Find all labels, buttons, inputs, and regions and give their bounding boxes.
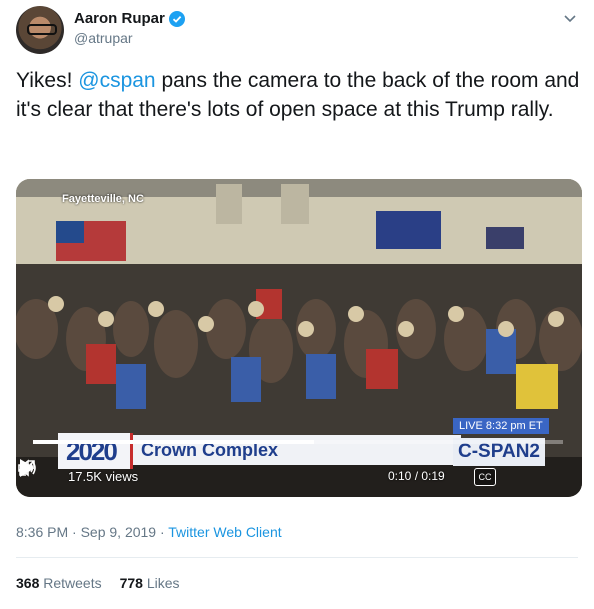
divider: [16, 557, 578, 558]
author-block[interactable]: Aaron Rupar @atrupar: [74, 10, 185, 46]
avatar[interactable]: [16, 6, 64, 54]
likes-count: 778: [119, 575, 143, 591]
location-label: Fayetteville, NC: [62, 193, 144, 205]
tweet-stats: 368 Retweets 778 Likes: [16, 575, 180, 591]
progress-bar[interactable]: [33, 440, 563, 444]
author-name[interactable]: Aaron Rupar: [74, 10, 165, 27]
tweet-text-prefix: Yikes!: [16, 69, 79, 92]
chevron-down-icon[interactable]: [562, 10, 578, 26]
mention-link[interactable]: @cspan: [78, 69, 155, 92]
view-count: 17.5K views: [68, 469, 139, 484]
live-badge: LIVE 8:32 pm ET: [453, 418, 549, 434]
tweet-meta: 8:36 PM · Sep 9, 2019 · Twitter Web Clie…: [16, 524, 282, 540]
fullscreen-icon[interactable]: [16, 457, 38, 479]
tweet-timestamp[interactable]: 8:36 PM · Sep 9, 2019 ·: [16, 524, 168, 540]
author-handle[interactable]: @atrupar: [74, 30, 185, 46]
video-time: 0:10 / 0:19: [388, 469, 445, 483]
tweet-text: Yikes! @cspan pans the camera to the bac…: [16, 66, 581, 124]
likes-stat[interactable]: 778 Likes: [120, 575, 180, 591]
likes-label: Likes: [146, 575, 180, 591]
retweets-count: 368: [16, 575, 40, 591]
progress-fill: [33, 440, 314, 444]
retweets-stat[interactable]: 368 Retweets: [16, 575, 102, 591]
client-link[interactable]: Twitter Web Client: [168, 524, 281, 540]
captions-button[interactable]: CC: [474, 468, 496, 486]
verified-badge-icon: [168, 10, 185, 27]
tweet-header: Aaron Rupar @atrupar: [16, 6, 578, 56]
author-name-row[interactable]: Aaron Rupar: [74, 10, 185, 27]
video-player[interactable]: Fayetteville, NC 2020 Crown Complex LIVE…: [16, 179, 582, 497]
video-controls: 17.5K views 0:10 / 0:19 CC: [16, 457, 582, 497]
retweets-label: Retweets: [43, 575, 102, 591]
